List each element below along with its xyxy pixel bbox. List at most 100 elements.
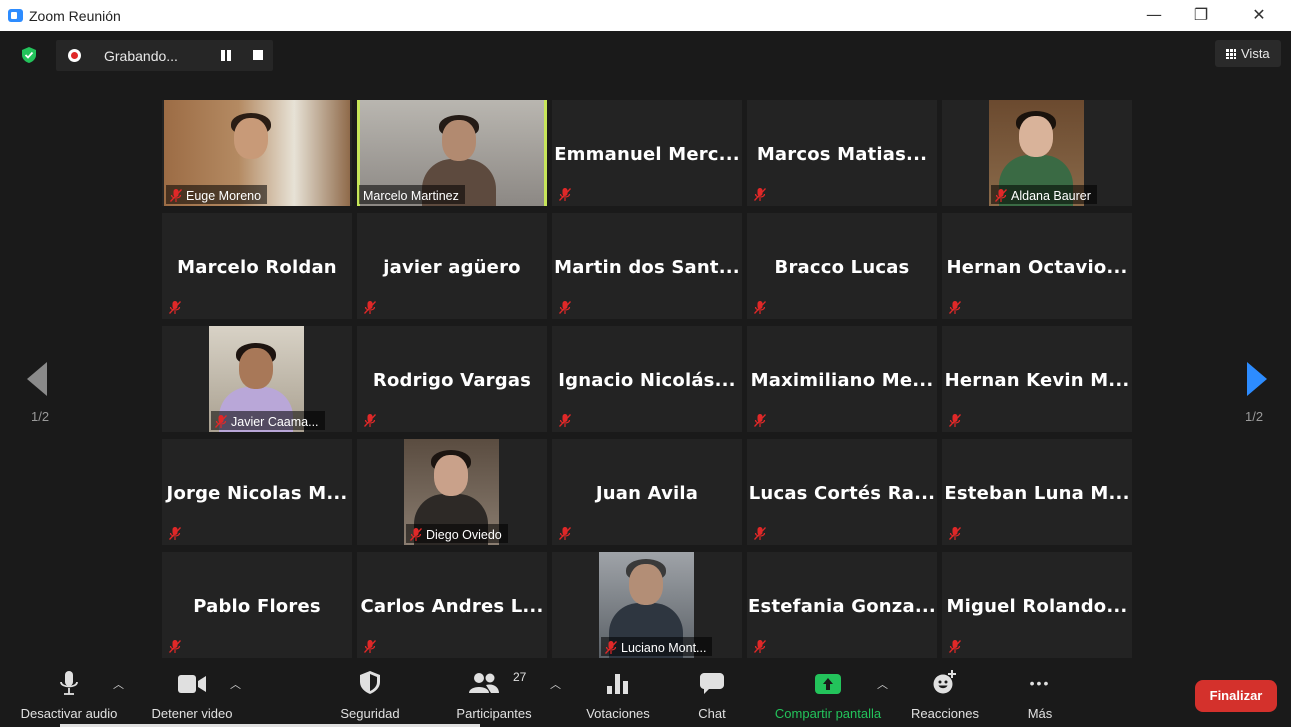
muted-microphone-icon <box>754 527 766 540</box>
meeting-toolbar: Desactivar audio ︿ Detener video ︿ Segur… <box>0 658 1291 727</box>
participant-name: Euge Moreno <box>186 188 262 203</box>
participant-tile[interactable]: Martin dos Sant... <box>552 213 742 319</box>
muted-microphone-icon <box>169 301 181 314</box>
muted-microphone-icon <box>754 188 766 201</box>
page-indicator-right: 1/2 <box>1245 409 1264 424</box>
participant-name: Hernan Octavio... <box>946 257 1128 278</box>
more-label: Más <box>1027 706 1053 721</box>
participants-button[interactable]: 27 Participantes <box>446 658 542 727</box>
participant-tile[interactable]: Javier Caama... <box>162 326 352 432</box>
share-options-caret-icon[interactable]: ︿ <box>877 676 888 691</box>
stop-recording-button[interactable] <box>253 50 263 60</box>
participant-tile[interactable]: Maximiliano Me... <box>747 326 937 432</box>
audio-options-caret-icon[interactable]: ︿ <box>113 676 124 691</box>
participant-name: Hernan Kevin M... <box>944 370 1130 391</box>
participant-tile[interactable]: Marcos Matias... <box>747 100 937 206</box>
view-button-label: Vista <box>1241 46 1270 61</box>
participants-icon <box>469 673 499 693</box>
participant-tile[interactable]: Esteban Luna M... <box>942 439 1132 545</box>
participant-tile[interactable]: Ignacio Nicolás... <box>552 326 742 432</box>
chat-label: Chat <box>698 706 726 721</box>
stop-video-label: Detener video <box>151 706 233 721</box>
pause-recording-button[interactable] <box>220 50 232 61</box>
participant-name: Marcos Matias... <box>756 144 928 165</box>
muted-microphone-icon <box>995 189 1007 202</box>
participant-name: Maximiliano Me... <box>750 370 934 391</box>
participant-name-label: Aldana Baurer <box>991 185 1097 204</box>
stop-video-button[interactable]: Detener video <box>142 658 242 727</box>
next-page-arrow-icon[interactable] <box>1247 362 1267 396</box>
reactions-button[interactable]: Reacciones <box>904 658 986 727</box>
participant-tile[interactable]: Carlos Andres L... <box>357 552 547 658</box>
previous-page-arrow-icon[interactable] <box>27 362 47 396</box>
muted-microphone-icon <box>364 301 376 314</box>
participant-name: Lucas Cortés Ra... <box>748 483 936 504</box>
mute-audio-button[interactable]: Desactivar audio <box>12 658 126 727</box>
participant-tile[interactable]: Diego Oviedo <box>357 439 547 545</box>
more-button[interactable]: ••• Más <box>1012 658 1068 727</box>
muted-microphone-icon <box>949 640 961 653</box>
muted-microphone-icon <box>410 528 422 541</box>
participant-name: Bracco Lucas <box>774 257 910 278</box>
muted-microphone-icon <box>170 189 182 202</box>
muted-microphone-icon <box>364 640 376 653</box>
participant-tile[interactable]: Hernan Octavio... <box>942 213 1132 319</box>
security-shield-icon <box>360 671 380 694</box>
zoom-app-icon <box>8 9 23 22</box>
chat-button[interactable]: Chat <box>684 658 740 727</box>
encryption-shield-icon[interactable] <box>22 47 36 63</box>
participant-name-label: Euge Moreno <box>166 185 268 204</box>
participants-options-caret-icon[interactable]: ︿ <box>550 676 561 691</box>
participant-tile[interactable]: Aldana Baurer <box>942 100 1132 206</box>
participant-tile[interactable]: Emmanuel Merc... <box>552 100 742 206</box>
participant-name: Marcelo Roldan <box>177 257 337 278</box>
participant-name: Esteban Luna M... <box>944 483 1130 504</box>
muted-microphone-icon <box>215 415 227 428</box>
participant-tile[interactable]: Rodrigo Vargas <box>357 326 547 432</box>
participant-tile[interactable]: Luciano Mont... <box>552 552 742 658</box>
maximize-button[interactable]: ❐ <box>1183 4 1219 28</box>
participant-name: Marcelo Martinez <box>363 188 459 203</box>
participant-tile[interactable]: Miguel Rolando... <box>942 552 1132 658</box>
participant-tile[interactable]: Euge Moreno <box>162 100 352 206</box>
security-button[interactable]: Seguridad <box>330 658 410 727</box>
participant-name: Juan Avila <box>595 483 699 504</box>
participant-name-label: Diego Oviedo <box>406 524 508 543</box>
video-options-caret-icon[interactable]: ︿ <box>230 676 241 691</box>
participant-name: Luciano Mont... <box>621 640 707 655</box>
close-button[interactable]: ✕ <box>1241 4 1277 28</box>
view-button[interactable]: Vista <box>1215 40 1281 67</box>
participant-tile[interactable]: Estefania Gonza... <box>747 552 937 658</box>
muted-microphone-icon <box>169 640 181 653</box>
participant-tile[interactable]: Marcelo Roldan <box>162 213 352 319</box>
muted-microphone-icon <box>605 641 617 654</box>
muted-microphone-icon <box>949 414 961 427</box>
participant-tile[interactable]: Juan Avila <box>552 439 742 545</box>
muted-microphone-icon <box>949 301 961 314</box>
participant-tile[interactable]: Lucas Cortés Ra... <box>747 439 937 545</box>
participant-name: Pablo Flores <box>193 596 321 617</box>
participant-tile[interactable]: Bracco Lucas <box>747 213 937 319</box>
muted-microphone-icon <box>754 414 766 427</box>
participant-name: Javier Caama... <box>231 414 319 429</box>
minimize-button[interactable]: — <box>1136 4 1172 28</box>
participant-tile[interactable]: javier agüero <box>357 213 547 319</box>
participant-tile[interactable]: Marcelo Martinez <box>357 100 547 206</box>
participant-name: Miguel Rolando... <box>946 596 1128 617</box>
share-screen-button[interactable]: Compartir pantalla <box>764 658 892 727</box>
participants-label: Participantes <box>456 706 532 721</box>
polls-button[interactable]: Votaciones <box>578 658 658 727</box>
participants-count: 27 <box>513 670 527 684</box>
participant-name: Jorge Nicolas M... <box>166 483 348 504</box>
participant-tile[interactable]: Pablo Flores <box>162 552 352 658</box>
grid-view-icon <box>1225 48 1236 59</box>
participant-name: javier agüero <box>383 257 521 278</box>
reactions-label: Reacciones <box>911 706 979 721</box>
participant-name: Rodrigo Vargas <box>372 370 532 391</box>
participant-tile[interactable]: Hernan Kevin M... <box>942 326 1132 432</box>
participant-name: Carlos Andres L... <box>360 596 544 617</box>
polls-label: Votaciones <box>586 706 650 721</box>
meeting-area: Grabando... Vista 1/2 1/2 Euge Moreno Mar… <box>0 31 1291 658</box>
end-meeting-button[interactable]: Finalizar <box>1195 680 1277 712</box>
participant-tile[interactable]: Jorge Nicolas M... <box>162 439 352 545</box>
